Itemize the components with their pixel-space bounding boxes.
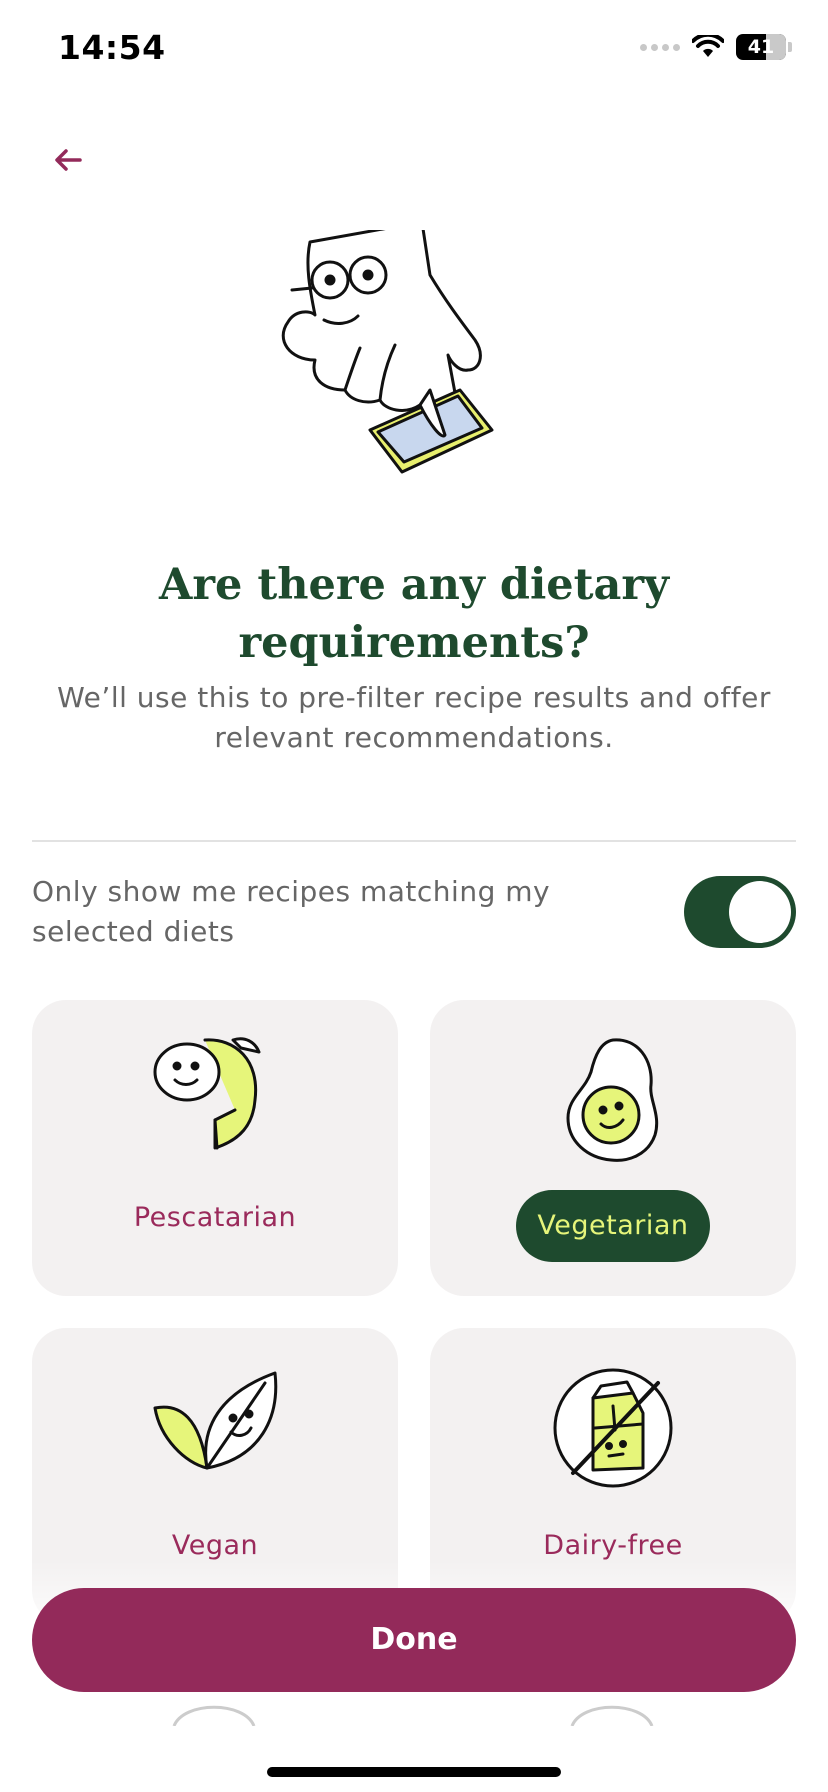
diet-label-vegetarian: Vegetarian — [516, 1190, 710, 1262]
pointing-hand-illustration — [281, 230, 494, 474]
status-time: 14:54 — [58, 28, 166, 67]
diet-card-vegetarian[interactable]: Vegetarian — [430, 1000, 796, 1296]
done-button[interactable]: Done — [32, 1588, 796, 1692]
toggle-knob — [729, 881, 791, 943]
home-indicator — [267, 1767, 561, 1777]
partial-diet-icon — [172, 1705, 256, 1726]
cellular-signal-icon — [640, 43, 680, 51]
divider — [32, 840, 796, 842]
wifi-icon — [692, 35, 724, 57]
diet-label-dairy-free: Dairy-free — [543, 1530, 683, 1561]
battery-percent: 41 — [747, 36, 775, 58]
filter-toggle-label: Only show me recipes matching my selecte… — [32, 875, 551, 948]
leaf-icon — [153, 1371, 278, 1470]
diet-label-vegan: Vegan — [171, 1530, 259, 1561]
egg-icon — [566, 1038, 659, 1162]
page-title: Are there any dietary requirements? — [158, 560, 670, 668]
filter-toggle[interactable] — [684, 876, 796, 948]
back-button[interactable] — [40, 136, 96, 184]
battery-icon: 41 — [736, 34, 786, 60]
diet-label-pescatarian: Pescatarian — [133, 1202, 297, 1233]
fish-icon — [153, 1037, 261, 1150]
arrow-left-icon — [55, 149, 82, 171]
battery-cap — [788, 42, 792, 52]
partial-diet-icon — [570, 1705, 654, 1726]
no-dairy-icon — [553, 1368, 673, 1488]
status-icons: 41 — [640, 34, 792, 60]
diet-card-pescatarian[interactable]: Pescatarian — [32, 1000, 398, 1296]
status-bar: 14:54 41 — [0, 0, 828, 100]
page-subtitle: We’ll use this to pre-filter recipe resu… — [57, 681, 771, 754]
